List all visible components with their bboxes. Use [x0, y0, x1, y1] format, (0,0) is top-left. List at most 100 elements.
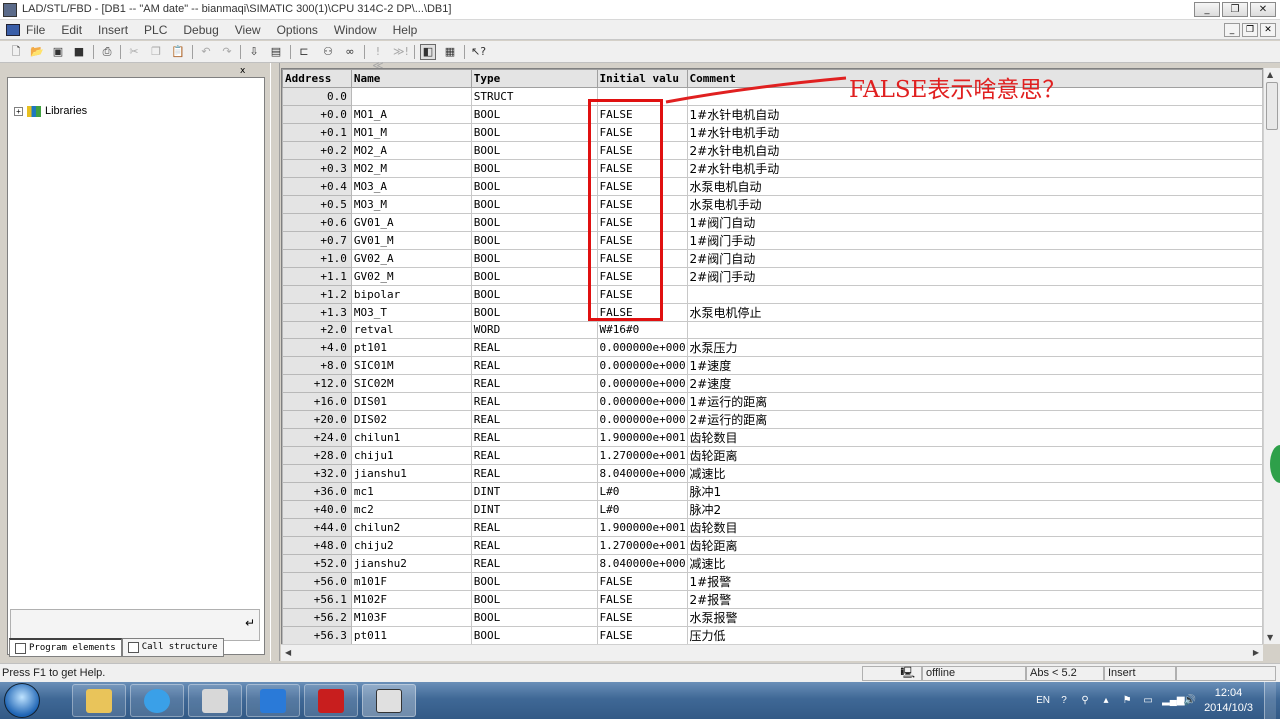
table-row[interactable]: +56.3 pt011 BOOL FALSE 压力低 [282, 626, 1263, 644]
menu-plc[interactable]: PLC [144, 23, 167, 37]
cell-type[interactable]: REAL [470, 446, 598, 466]
table-row[interactable]: +56.0 m101F BOOL FALSE 1#报警 [282, 572, 1263, 592]
cell-type[interactable]: REAL [470, 392, 598, 412]
chevron-icon[interactable]: ▴ [1099, 694, 1113, 707]
cell-comment[interactable]: 2#速度 [686, 374, 1263, 394]
table-row[interactable]: +0.7 GV01_M BOOL FALSE 1#阀门手动 [282, 230, 1263, 250]
cell-name[interactable]: SIC01M [350, 356, 472, 376]
menu-file[interactable]: File [26, 23, 45, 37]
cell-initial-value[interactable]: W#16#0 [596, 320, 688, 340]
safari-icon[interactable] [130, 684, 184, 717]
cell-name[interactable]: pt011 [350, 626, 472, 644]
cell-comment[interactable]: 1#报警 [686, 572, 1263, 592]
cell-name[interactable]: DIS01 [350, 392, 472, 412]
redo-icon[interactable]: ↷ [219, 44, 235, 60]
language-indicator[interactable]: EN [1036, 694, 1050, 707]
cell-comment[interactable]: 1#运行的距离 [686, 392, 1263, 412]
cell-initial-value[interactable]: L#0 [596, 482, 688, 502]
document-icon[interactable] [6, 24, 20, 36]
cell-initial-value[interactable]: FALSE [596, 608, 688, 628]
save-disk-icon[interactable]: ■ [71, 44, 87, 60]
menu-insert[interactable]: Insert [98, 23, 128, 37]
cell-comment[interactable]: 1#阀门自动 [686, 212, 1263, 232]
monitor-icon[interactable]: ▤ [268, 44, 284, 60]
cell-name[interactable]: jianshu1 [350, 464, 472, 484]
cell-comment[interactable]: 2#阀门手动 [686, 266, 1263, 286]
cell-comment[interactable]: 水泵报警 [686, 608, 1263, 628]
cell-type[interactable]: BOOL [470, 194, 598, 214]
cell-initial-value[interactable]: 0.000000e+000 [596, 338, 688, 358]
table-row[interactable]: +1.3 MO3_T BOOL FALSE 水泵电机停止 [282, 302, 1263, 322]
column-type[interactable]: Type [470, 69, 598, 88]
cell-initial-value[interactable]: 1.270000e+001 [596, 446, 688, 466]
cell-name[interactable]: chilun1 [350, 428, 472, 448]
cell-initial-value[interactable]: 0.000000e+000 [596, 356, 688, 376]
cell-name[interactable]: mc1 [350, 482, 472, 502]
volume-icon[interactable]: 🔊 [1183, 694, 1197, 707]
maximize-button[interactable]: ❐ [1222, 2, 1248, 17]
cell-name[interactable]: chilun2 [350, 518, 472, 538]
cell-initial-value[interactable]: L#0 [596, 500, 688, 520]
table-row[interactable]: +52.0 jianshu2 REAL 8.040000e+000 减速比 [282, 554, 1263, 574]
menu-view[interactable]: View [235, 23, 261, 37]
return-icon[interactable]: ↵ [245, 616, 255, 630]
menu-window[interactable]: Window [334, 23, 377, 37]
table-row[interactable]: +56.2 M103F BOOL FALSE 水泵报警 [282, 608, 1263, 628]
cell-type[interactable]: BOOL [470, 122, 598, 142]
cell-type[interactable]: BOOL [470, 572, 598, 592]
details-icon[interactable]: ▦ [442, 44, 458, 60]
cell-name[interactable]: MO2_A [350, 140, 472, 160]
cell-initial-value[interactable]: 1.900000e+001 [596, 428, 688, 448]
lad-stl-fbd-icon[interactable] [362, 684, 416, 717]
paste-icon[interactable]: 📋 [170, 44, 186, 60]
menu-edit[interactable]: Edit [61, 23, 82, 37]
goggles-icon[interactable]: ∞ [342, 44, 358, 60]
table-row[interactable]: +0.3 MO2_M BOOL FALSE 2#水针电机手动 [282, 158, 1263, 178]
cell-type[interactable]: WORD [470, 320, 598, 340]
expand-icon[interactable]: + [14, 106, 23, 116]
cell-name[interactable]: M103F [350, 608, 472, 628]
cell-comment[interactable] [686, 284, 1263, 304]
copy-icon[interactable]: ❐ [148, 44, 164, 60]
print-icon[interactable]: ⎙ [99, 44, 115, 60]
table-row[interactable]: +20.0 DIS02 REAL 0.000000e+000 2#运行的距离 [282, 410, 1263, 430]
cell-type[interactable]: BOOL [470, 176, 598, 196]
network-icon[interactable]: ⚇ [320, 44, 336, 60]
cell-type[interactable]: STRUCT [470, 87, 598, 106]
cell-comment[interactable]: 齿轮距离 [686, 446, 1263, 466]
cell-comment[interactable]: 2#运行的距离 [686, 410, 1263, 430]
scroll-up-icon[interactable]: ▲ [1267, 70, 1273, 79]
usb-icon[interactable]: ⚲ [1078, 694, 1092, 707]
cell-comment[interactable]: 水泵电机自动 [686, 176, 1263, 196]
table-row[interactable]: +0.5 MO3_M BOOL FALSE 水泵电机手动 [282, 194, 1263, 214]
cell-name[interactable]: MO2_M [350, 158, 472, 178]
table-row[interactable]: +0.6 GV01_A BOOL FALSE 1#阀门自动 [282, 212, 1263, 232]
doc-minimize-button[interactable]: _ [1224, 23, 1240, 37]
cell-initial-value[interactable]: FALSE [596, 104, 688, 124]
cell-initial-value[interactable]: 0.000000e+000 [596, 374, 688, 394]
cell-type[interactable]: BOOL [470, 230, 598, 250]
cell-comment[interactable]: 2#阀门自动 [686, 248, 1263, 268]
horizontal-scrollbar[interactable]: ◀ ▶ [281, 644, 1263, 661]
table-row[interactable]: +56.1 M102F BOOL FALSE 2#报警 [282, 590, 1263, 610]
cell-initial-value[interactable]: FALSE [596, 248, 688, 268]
table-row[interactable]: +16.0 DIS01 REAL 0.000000e+000 1#运行的距离 [282, 392, 1263, 412]
panel-close-button[interactable]: x [240, 66, 266, 77]
cell-initial-value[interactable]: 1.900000e+001 [596, 518, 688, 538]
simatic-manager-icon[interactable] [188, 684, 242, 717]
cell-name[interactable]: chiju2 [350, 536, 472, 556]
cell-type[interactable]: DINT [470, 482, 598, 502]
cell-type[interactable]: BOOL [470, 626, 598, 644]
save-icon[interactable]: ▣ [50, 44, 66, 60]
cell-comment[interactable] [686, 320, 1263, 340]
cell-name[interactable]: M102F [350, 590, 472, 610]
acrobat-icon[interactable] [304, 684, 358, 717]
cell-name[interactable]: MO3_A [350, 176, 472, 196]
cell-type[interactable]: REAL [470, 410, 598, 430]
cell-comment[interactable]: 1#阀门手动 [686, 230, 1263, 250]
cell-comment[interactable]: 减速比 [686, 464, 1263, 484]
cell-type[interactable]: BOOL [470, 590, 598, 610]
cell-type[interactable]: BOOL [470, 608, 598, 628]
help-icon[interactable]: ? [1057, 694, 1071, 707]
table-row[interactable]: +1.2 bipolar BOOL FALSE [282, 284, 1263, 304]
